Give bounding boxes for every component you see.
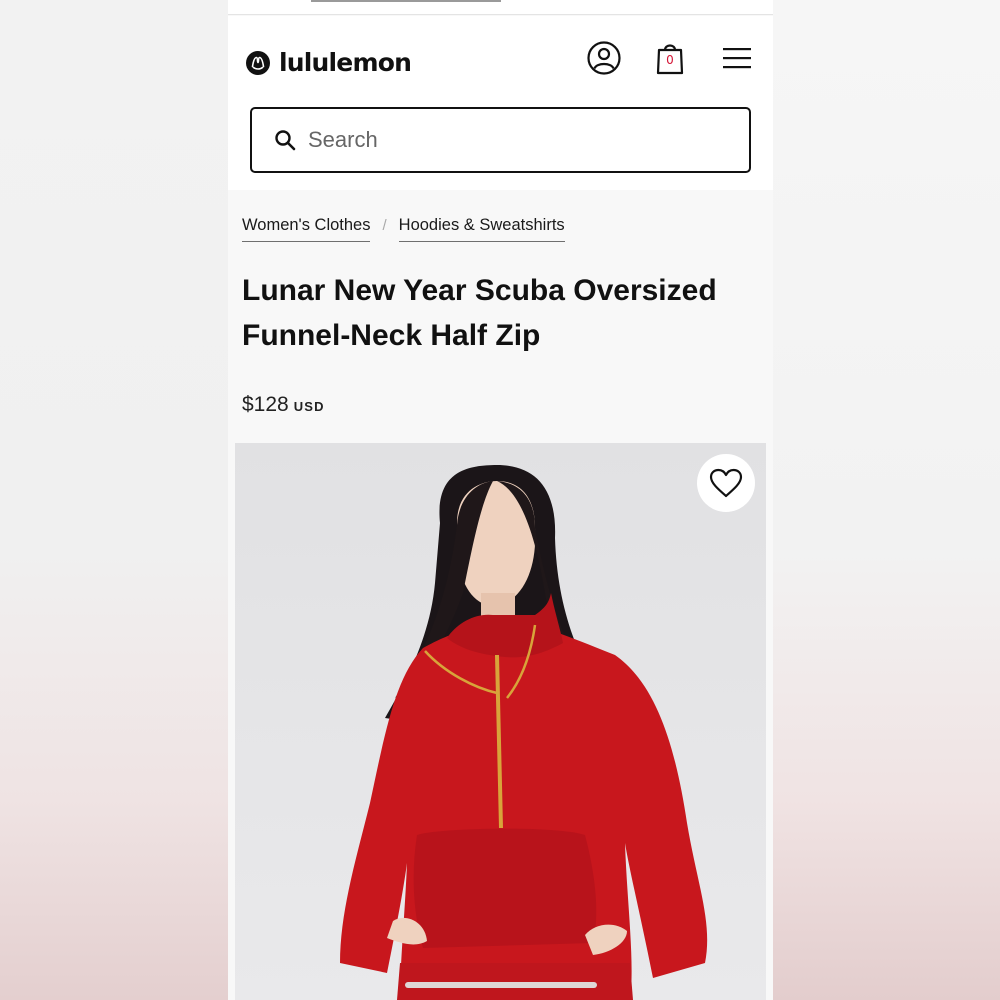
price-currency: USD	[293, 399, 325, 414]
mobile-page: lululemon 0 Search Women's Clothes / Hoo…	[228, 0, 773, 1000]
breadcrumb-hoodies-sweatshirts[interactable]: Hoodies & Sweatshirts	[398, 216, 565, 242]
menu-button[interactable]	[717, 38, 757, 78]
background-right-edge	[773, 0, 1000, 1000]
price-amount: $128	[242, 393, 289, 416]
account-button[interactable]	[584, 38, 624, 78]
account-icon	[587, 41, 621, 75]
search-bar[interactable]	[250, 107, 751, 173]
wishlist-button[interactable]	[697, 454, 755, 512]
product-title: Lunar New Year Scuba Oversized Funnel-Ne…	[242, 274, 717, 352]
bag-item-count: 0	[666, 53, 674, 67]
top-browser-strip	[228, 0, 773, 15]
model-wearing-red-half-zip-image	[340, 465, 708, 1000]
product-image[interactable]	[235, 443, 766, 1000]
product-price: $128 USD	[242, 393, 325, 417]
heart-outline-icon	[709, 468, 743, 498]
breadcrumb-separator: /	[382, 217, 387, 234]
site-header: lululemon 0	[228, 16, 773, 190]
brand-name: lululemon	[279, 48, 412, 77]
lululemon-logo-icon	[246, 50, 270, 75]
brand-logo[interactable]: lululemon	[246, 48, 412, 77]
background-left-edge	[0, 0, 228, 1000]
home-indicator	[405, 982, 597, 988]
shopping-bag-button[interactable]: 0	[650, 38, 690, 78]
breadcrumb-womens-clothes[interactable]: Women's Clothes	[242, 216, 371, 242]
top-strip-indicator	[311, 0, 501, 2]
hamburger-menu-icon	[723, 48, 751, 69]
search-input[interactable]	[308, 127, 728, 153]
breadcrumb: Women's Clothes / Hoodies & Sweatshirts	[242, 216, 565, 242]
search-icon	[275, 130, 296, 151]
